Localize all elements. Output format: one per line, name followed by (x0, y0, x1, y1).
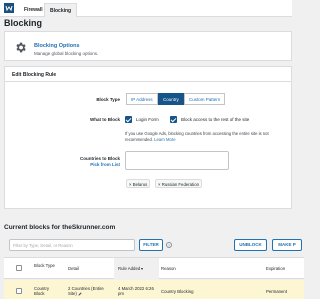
remove-icon[interactable]: × (129, 182, 132, 187)
cell-reason: Country Blocking (161, 289, 194, 294)
blocks-table: Block Type Detail Rule Added Reason Expi… (4, 257, 304, 299)
blocking-options-subtitle: Manage global blocking options. (34, 51, 99, 56)
tab-blocking[interactable]: Blocking (44, 3, 78, 17)
login-form-checkbox[interactable] (125, 116, 132, 123)
wordfence-logo-icon (4, 3, 14, 13)
country-tag-russian-federation[interactable]: × Russian Federation (155, 179, 202, 188)
block-type-ip-address[interactable]: IP Address (126, 93, 158, 105)
note-text: If you use Google Ads, blocking countrie… (125, 131, 269, 142)
country-tag-label: Belarus (132, 182, 148, 187)
header-rule-added[interactable]: Rule Added (118, 266, 144, 271)
google-ads-note: If you use Google Ads, blocking countrie… (125, 131, 285, 143)
table-header-row: Block Type Detail Rule Added Reason Expi… (4, 258, 304, 279)
panel-header: Edit Blocking Rule (5, 67, 291, 82)
panel-title: Edit Blocking Rule (12, 72, 57, 78)
what-to-block-label: What to Block (90, 117, 120, 122)
edit-blocking-rule-panel: Edit Blocking Rule Block Type IP Address… (4, 66, 292, 209)
block-type-country[interactable]: Country (158, 93, 184, 105)
countries-to-block-label: Countries to Block (79, 156, 120, 161)
row-checkbox[interactable] (16, 288, 22, 294)
rest-of-site-checkbox[interactable] (170, 116, 177, 123)
cell-detail-text: 2 Countries (Entire Site) (68, 286, 104, 297)
cell-detail: 2 Countries (Entire Site) (68, 286, 110, 296)
cell-expiration: Permanent (266, 289, 288, 294)
table-row[interactable]: Country Block 2 Countries (Entire Site) … (4, 280, 304, 299)
header-detail[interactable]: Detail (68, 266, 79, 271)
unblock-button[interactable]: UNBLOCK (234, 239, 267, 251)
select-all-checkbox[interactable] (16, 265, 22, 271)
country-tag-belarus[interactable]: × Belarus (126, 179, 151, 188)
make-permanent-button[interactable]: MAKE P (272, 239, 302, 251)
pick-from-list-link[interactable]: Pick from List (55, 162, 120, 167)
filter-button[interactable]: FILTER (139, 239, 163, 251)
header-block-type[interactable]: Block Type (34, 263, 58, 268)
current-blocks-title: Current blocks for theSkrunner.com (4, 224, 116, 231)
countries-input[interactable] (125, 151, 229, 170)
edit-pencil-icon[interactable] (78, 292, 82, 296)
blocking-options-card[interactable]: Blocking Options Manage global blocking … (4, 31, 292, 61)
block-type-label: Block Type (96, 97, 120, 102)
header-expiration[interactable]: Expiration (266, 266, 285, 271)
gear-icon (16, 42, 26, 53)
filter-input[interactable] (9, 239, 135, 251)
remove-icon[interactable]: × (158, 182, 161, 187)
page-title: Blocking (4, 18, 43, 28)
header-reason[interactable]: Reason (161, 266, 176, 271)
rest-of-site-label: Block access to the rest of the site (181, 117, 250, 122)
learn-more-link[interactable]: Learn More (154, 137, 175, 142)
blocking-options-title[interactable]: Blocking Options (34, 43, 80, 49)
block-type-custom-pattern[interactable]: Custom Pattern (184, 93, 226, 105)
cell-block-type: Country Block (34, 286, 50, 297)
help-icon[interactable]: ? (166, 242, 172, 248)
login-form-label: Login Form (136, 117, 159, 122)
sort-desc-icon (141, 267, 144, 270)
cell-rule-added: 4 March 2022 6:26 pm (118, 286, 154, 297)
header-rule-added-label: Rule Added (118, 266, 141, 271)
top-nav: Firewall Blocking (0, 0, 292, 17)
country-tag-label: Russian Federation (161, 182, 199, 187)
